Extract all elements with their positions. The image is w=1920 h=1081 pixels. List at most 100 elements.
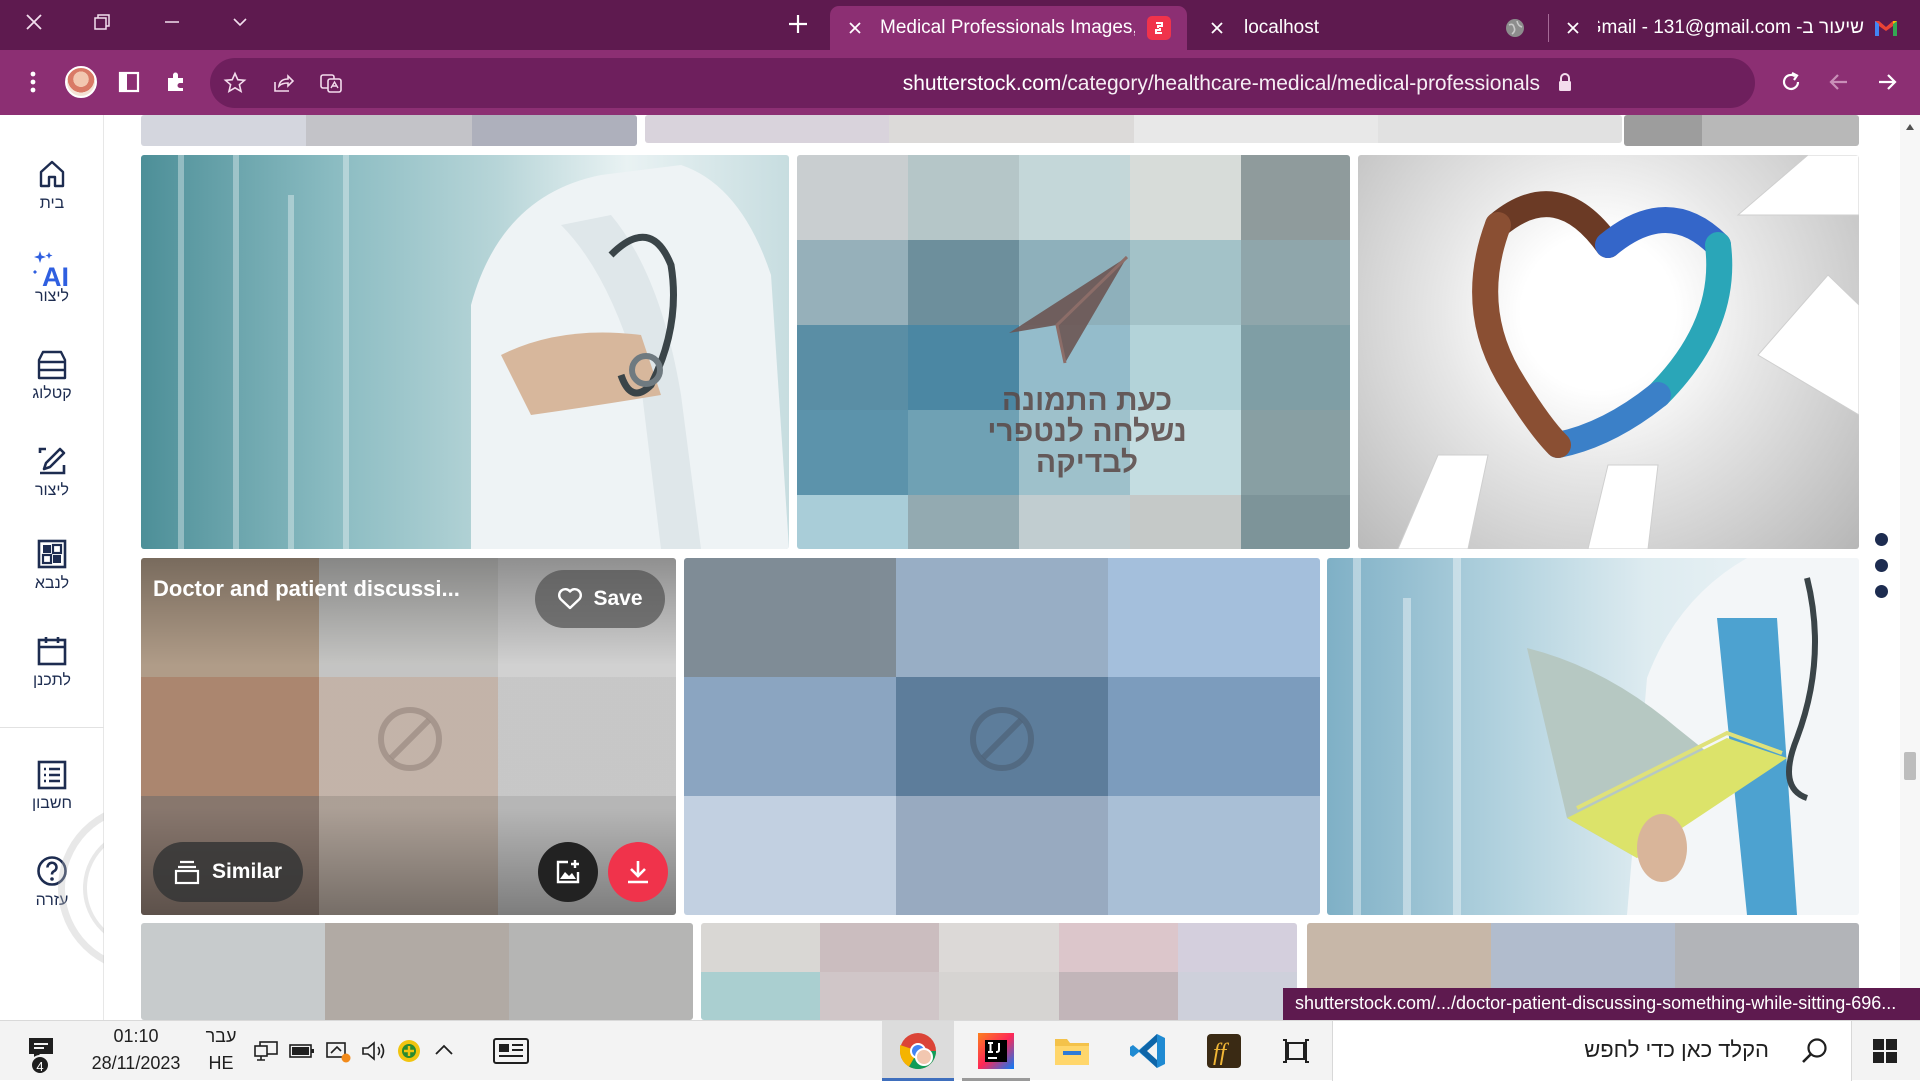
page-scrollbar[interactable]: [1900, 115, 1920, 1020]
windows-taskbar: 4 01:10 28/11/2023 עבר HE ff הקלד כאן כד…: [0, 1020, 1920, 1081]
close-tab-icon[interactable]: [1558, 13, 1588, 43]
similar-button[interactable]: Similar: [153, 842, 303, 902]
image-tile-partial[interactable]: [1624, 115, 1859, 146]
sidebar-item-label: לנבא: [34, 575, 70, 592]
taskbar-app-intellij[interactable]: [962, 1021, 1030, 1081]
image-tile-partial[interactable]: [141, 115, 637, 146]
sidebar-item-account[interactable]: חשבון: [0, 760, 104, 813]
download-button[interactable]: [608, 842, 668, 902]
pagination-dots[interactable]: [1875, 533, 1889, 599]
save-button[interactable]: Save: [535, 570, 665, 628]
save-button-label: Save: [593, 587, 643, 610]
sidebar-item-predict[interactable]: לנבא: [0, 538, 104, 593]
sidebar-item-home[interactable]: בית: [0, 158, 104, 213]
blocked-message-line: נשלחה לנטפרי: [987, 415, 1187, 448]
new-tab-plus-icon[interactable]: [774, 2, 822, 46]
sidebar-divider: [0, 727, 104, 728]
sidebar-item-help[interactable]: עזרה: [0, 855, 104, 910]
ai-create-icon: AI: [33, 251, 69, 288]
svg-text:AI: AI: [42, 262, 69, 288]
image-tile-blocked[interactable]: כעת התמונה נשלחה לנטפרי לבדיקה: [797, 155, 1350, 549]
image-title: Doctor and patient discussi...: [153, 576, 460, 601]
sidebar-item-ai-create[interactable]: AI ליצור: [0, 250, 104, 306]
task-view-icon: [1283, 1039, 1309, 1063]
tab-separator: [1548, 14, 1549, 42]
restore-window-icon[interactable]: [78, 0, 126, 44]
image-tile-partial[interactable]: [701, 923, 1297, 1020]
minimize-window-icon[interactable]: [148, 0, 196, 44]
close-window-icon[interactable]: [10, 0, 58, 44]
heart-icon: [558, 588, 583, 610]
paper-plane-icon: [1009, 255, 1129, 364]
bookmark-star-icon[interactable]: [214, 62, 256, 104]
taskbar-app-vscode[interactable]: [1114, 1021, 1182, 1081]
translate-icon[interactable]: [310, 62, 352, 104]
edit-icon: [38, 447, 66, 475]
app-tray-icon[interactable]: [397, 1039, 421, 1063]
image-tile-partial[interactable]: [141, 923, 693, 1020]
scroll-up-arrow-icon[interactable]: [1905, 123, 1915, 131]
tab-localhost[interactable]: localhost: [1200, 6, 1540, 50]
windows-logo-icon: [1873, 1039, 1897, 1063]
image-tile-blocked[interactable]: [684, 558, 1320, 915]
back-arrow-icon[interactable]: [1818, 61, 1860, 103]
image-tile-doctor-patient-hover[interactable]: Doctor and patient discussi... Save Simi…: [141, 558, 676, 915]
forward-arrow-icon[interactable]: [1866, 61, 1908, 103]
taskbar-search-box[interactable]: הקלד כאן כדי לחפש: [1332, 1021, 1852, 1081]
sidebar-item-label: לתכנן: [33, 672, 71, 689]
scrollbar-thumb[interactable]: [1904, 752, 1916, 780]
close-tab-icon[interactable]: [840, 13, 870, 43]
reload-icon[interactable]: [1770, 61, 1812, 103]
language-indicator-top[interactable]: עבר: [200, 1026, 242, 1047]
similar-stack-icon: [174, 860, 200, 885]
image-tile-doctor-folder[interactable]: [1327, 558, 1859, 915]
taskbar-app-font-tool[interactable]: ff: [1190, 1021, 1258, 1081]
news-widget-icon[interactable]: [492, 1037, 530, 1065]
image-tile-doctor-stethoscope[interactable]: [141, 155, 789, 549]
blocked-message: כעת התמונה נשלחה לנטפרי לבדיקה: [937, 385, 1237, 478]
share-icon[interactable]: [262, 62, 304, 104]
notification-center-button[interactable]: 4: [20, 1033, 64, 1075]
blocked-circle-icon: [378, 707, 442, 771]
blocked-message-line: כעת התמונה: [1001, 384, 1173, 417]
url-text[interactable]: shutterstock.com/category/healthcare-med…: [903, 72, 1540, 96]
url-path: /category/healthcare-medical/medical-pro…: [1061, 72, 1540, 95]
battery-icon[interactable]: [289, 1043, 315, 1059]
folder-icon: [1055, 1039, 1089, 1065]
clock-date[interactable]: 28/11/2023: [84, 1053, 188, 1074]
sidebar-item-catalog[interactable]: קטלוג: [0, 350, 104, 403]
menu-kebab-icon[interactable]: [12, 61, 54, 103]
notification-count-badge: 4: [30, 1055, 50, 1075]
sidebar-item-plan[interactable]: לתכנן: [0, 635, 104, 690]
extensions-puzzle-icon[interactable]: [155, 61, 197, 103]
show-hidden-icons-chevron-icon[interactable]: [434, 1043, 454, 1057]
clock-time[interactable]: 01:10: [84, 1026, 188, 1047]
edit-image-button[interactable]: [538, 842, 598, 902]
sidebar-item-label: בית: [39, 195, 65, 212]
tab-gmail[interactable]: שיעור ב- Gmail - 131@gmail.com: [1558, 6, 1920, 50]
blocked-message-line: לבדיקה: [1035, 446, 1139, 479]
start-button[interactable]: [1860, 1029, 1910, 1073]
gmail-icon: [1874, 19, 1898, 37]
image-tile-partial[interactable]: [645, 115, 1622, 143]
tab-search-chevron-icon[interactable]: [216, 0, 264, 44]
sidebar-item-edit[interactable]: ליצור: [0, 445, 104, 500]
task-view-button[interactable]: [1266, 1021, 1326, 1081]
taskbar-app-file-explorer[interactable]: [1038, 1021, 1106, 1081]
lock-icon[interactable]: [1556, 71, 1574, 93]
tab-shutterstock[interactable]: Medical Professionals Images, Pi: [830, 6, 1187, 50]
taskbar-app-chrome[interactable]: [882, 1021, 954, 1081]
sidebar-toggle-icon[interactable]: [108, 61, 150, 103]
image-results-grid: כעת התמונה נשלחה לנטפרי לבדיקה Doctor an…: [104, 115, 1904, 1020]
remote-connection-icon[interactable]: [325, 1039, 351, 1063]
volume-icon[interactable]: [361, 1040, 387, 1062]
doctor-folder-photo: [1353, 558, 1859, 915]
language-indicator-bottom[interactable]: HE: [200, 1053, 242, 1074]
profile-avatar[interactable]: [60, 61, 102, 103]
image-tile-hands-heart[interactable]: [1358, 155, 1859, 549]
tab-title: שיעור ב- Gmail - 131@gmail.com: [1598, 17, 1864, 38]
account-list-icon: [37, 760, 67, 790]
close-tab-icon[interactable]: [1202, 13, 1232, 43]
network-icon[interactable]: [253, 1040, 279, 1062]
address-bar[interactable]: shutterstock.com/category/healthcare-med…: [210, 58, 1755, 108]
